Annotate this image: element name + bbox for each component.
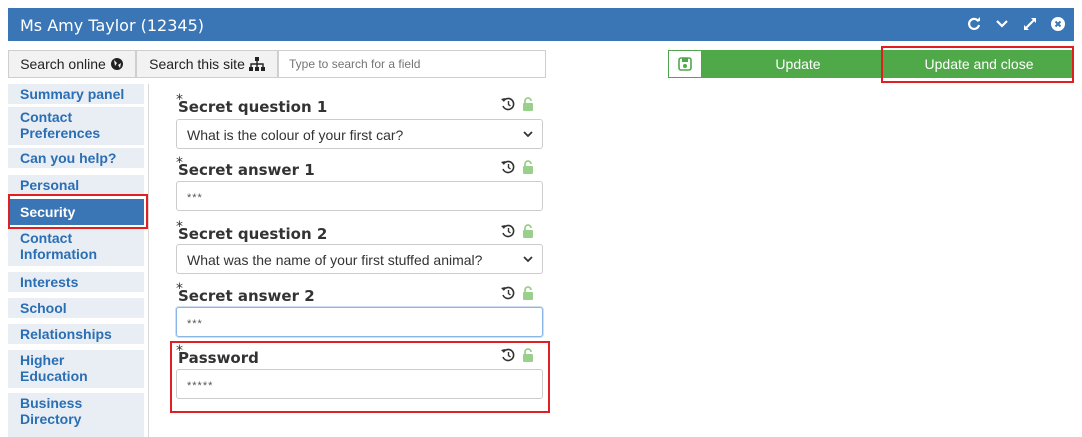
secret-question-1-select[interactable]: What is the colour of your first car? [176, 119, 543, 149]
window-title: Ms Amy Taylor (12345) [20, 16, 204, 35]
sidebar-item-summary-panel[interactable]: Summary panel [8, 84, 144, 104]
lock-icon [523, 286, 533, 300]
globe-icon [110, 58, 123, 70]
required-mark: * [176, 219, 183, 235]
sitemap-icon [248, 57, 265, 71]
sidebar-item-higher-education[interactable]: Higher Education [8, 350, 144, 388]
history-icon[interactable] [500, 96, 516, 112]
security-highlight [8, 194, 148, 229]
chevron-down-icon [523, 131, 533, 138]
field-label-secret-question-1: * Secret question 1 [176, 92, 328, 116]
field-label-text: Secret question 1 [178, 98, 328, 116]
update-button[interactable]: Update [702, 50, 894, 78]
select-value: What is the colour of your first car? [187, 127, 404, 143]
chevron-down-icon[interactable] [994, 14, 1010, 34]
field-icons-3 [500, 223, 534, 239]
sidebar-item-school[interactable]: School [8, 298, 144, 318]
lock-icon [523, 224, 533, 238]
sidebar-item-personal[interactable]: Personal [8, 175, 144, 195]
chevron-down-icon [523, 256, 533, 263]
field-label-secret-answer-2: * Secret answer 2 [176, 281, 315, 305]
window-titlebar: Ms Amy Taylor (12345) [8, 8, 1074, 41]
field-label-secret-answer-1: * Secret answer 1 [176, 155, 315, 179]
field-label-text: Secret answer 2 [178, 287, 315, 305]
field-search-input[interactable] [279, 51, 545, 77]
field-label-secret-question-2: * Secret question 2 [176, 219, 328, 243]
sidebar-item-relationships[interactable]: Relationships [8, 324, 144, 344]
sidebar-item-business-directory[interactable]: Business Directory [8, 393, 144, 437]
select-value: What was the name of your first stuffed … [187, 252, 483, 268]
required-mark: * [176, 155, 183, 171]
masked-value: *** [187, 192, 203, 204]
refresh-icon[interactable] [966, 14, 982, 34]
secret-answer-2-input[interactable]: *** [176, 307, 543, 337]
lock-icon [523, 97, 533, 111]
sidebar-item-can-you-help[interactable]: Can you help? [8, 148, 144, 168]
field-icons-2 [500, 159, 534, 175]
required-mark: * [176, 92, 183, 108]
sidebar-item-interests[interactable]: Interests [8, 272, 144, 292]
secret-answer-1-input[interactable]: *** [176, 181, 543, 211]
field-search[interactable] [278, 50, 546, 78]
password-highlight [170, 341, 550, 413]
sidebar-divider [148, 84, 149, 437]
field-label-text: Secret question 2 [178, 225, 328, 243]
history-icon[interactable] [500, 285, 516, 301]
update-close-highlight [881, 46, 1074, 83]
required-mark: * [176, 281, 183, 297]
history-icon[interactable] [500, 159, 516, 175]
search-online-label: Search online [20, 56, 106, 72]
field-label-text: Secret answer 1 [178, 161, 315, 179]
search-online-button[interactable]: Search online [8, 50, 136, 78]
sidebar-nav: Summary panel Contact Preferences Can yo… [8, 84, 144, 437]
search-site-label: Search this site [149, 56, 245, 72]
sidebar-item-contact-information[interactable]: Contact Information [8, 228, 144, 266]
save-icon-button[interactable] [668, 50, 702, 78]
field-icons-1 [500, 96, 534, 112]
history-icon[interactable] [500, 223, 516, 239]
field-icons-4 [500, 285, 534, 301]
close-icon[interactable] [1050, 14, 1066, 34]
secret-question-2-select[interactable]: What was the name of your first stuffed … [176, 244, 543, 274]
sidebar-item-contact-preferences[interactable]: Contact Preferences [8, 107, 144, 145]
expand-icon[interactable] [1022, 14, 1038, 34]
search-site-button[interactable]: Search this site [136, 50, 278, 78]
lock-icon [523, 160, 533, 174]
masked-value: *** [187, 318, 203, 330]
save-icon [678, 57, 692, 71]
